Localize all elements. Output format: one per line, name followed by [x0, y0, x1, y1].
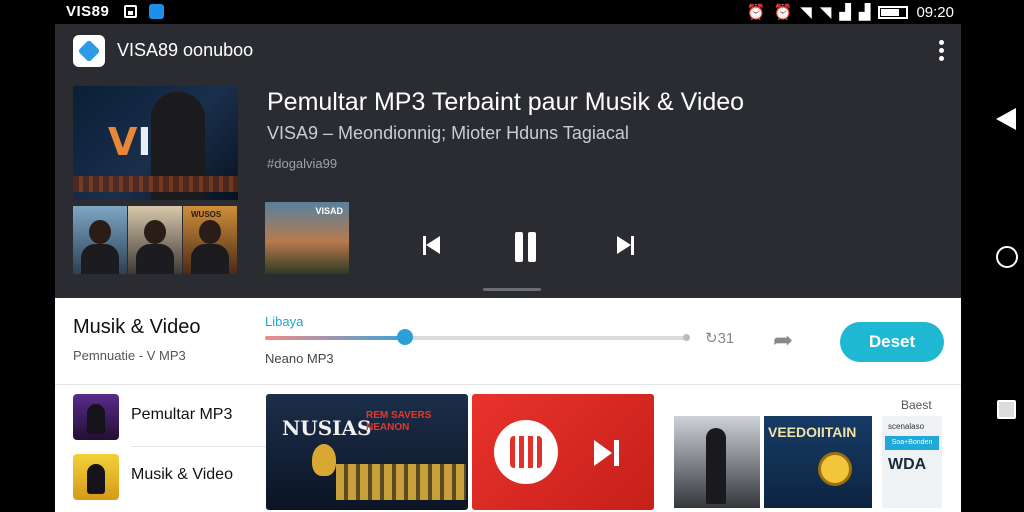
video-tile[interactable]: VEEDOIITAIN — [764, 416, 872, 508]
alarm-icon: ⏰ — [773, 4, 793, 21]
progress-fill — [265, 336, 405, 340]
progress-knob[interactable] — [396, 329, 413, 345]
album-art-strip — [73, 176, 238, 192]
now-playing-panel: Musik & Video Pemnuatie - V MP3 Libaya N… — [55, 298, 961, 512]
primary-action-button[interactable]: Deset — [840, 322, 944, 362]
list-item-thumbnail — [73, 394, 119, 440]
featured-card[interactable]: NUSIAS REM SAVERS NEANON — [266, 394, 468, 510]
status-bar: VIS89 ⏰ ⏰ ◥ ◥ ▟ ▟ 09:20 — [0, 0, 1024, 24]
song-subtitle: VISA9 – Meondionnig; Mioter Hduns Tagiac… — [267, 123, 629, 143]
tile-band: Soa+Bonden — [885, 436, 939, 450]
app-icon — [149, 4, 164, 19]
wifi-icon: ◥ — [819, 4, 832, 21]
signal-icon: ▟ — [858, 4, 871, 21]
mask-icon — [312, 444, 336, 476]
music-player-app: VISA89 oonuboo VI WUSOS Pemultar MP3 Ter… — [55, 24, 961, 512]
video-tile[interactable] — [674, 416, 760, 508]
repeat-icon[interactable]: ↻31 — [705, 329, 734, 347]
app-title: VISA89 oonuboo — [117, 40, 254, 60]
video-tile[interactable]: scenalaso Soa+Bonden WDA — [882, 416, 942, 508]
city-skyline — [336, 464, 466, 500]
tile-title: VEEDOIITAIN — [768, 424, 857, 440]
list-item-label: Pemultar MP3 — [131, 406, 233, 423]
drag-handle[interactable] — [483, 288, 541, 291]
progress-end-dot — [683, 334, 690, 341]
signal-icon: ▟ — [839, 4, 851, 21]
status-icons: ⏰ ⏰ ◥ ◥ ▟ ▟ 09:20 — [746, 3, 954, 22]
thumbnail-label: WUSOS — [191, 210, 222, 219]
battery-icon — [878, 5, 909, 19]
song-meta: #dogalvia99 — [267, 156, 338, 171]
small-art-label: VISAD — [315, 206, 343, 216]
divider — [131, 446, 281, 447]
artist-thumbnail[interactable] — [128, 206, 182, 274]
song-title: Pemultar MP3 Terbaint paur Musik & Video — [267, 88, 745, 116]
list-item[interactable]: Musik & Video — [73, 454, 263, 508]
app-header: VISA89 oonuboo — [55, 24, 961, 80]
progress-tag: Libaya — [265, 314, 304, 329]
card-title: NUSIAS — [282, 416, 372, 440]
list-item-label: Musik & Video — [131, 466, 233, 483]
now-playing-subtitle: Pemnuatie - V MP3 — [73, 348, 186, 363]
next-icon — [594, 440, 624, 466]
wifi-icon: ◥ — [800, 4, 812, 21]
device-screen: VIS89 ⏰ ⏰ ◥ ◥ ▟ ▟ 09:20 VISA89 oonuboo V… — [0, 0, 1024, 512]
album-art-small[interactable]: VISAD — [265, 202, 349, 274]
pause-icon[interactable] — [511, 232, 539, 262]
status-brand: VIS89 — [66, 3, 110, 20]
next-icon[interactable] — [615, 232, 643, 262]
recents-icon[interactable] — [997, 400, 1016, 419]
list-item-thumbnail — [73, 454, 119, 500]
tile-title: WDA — [888, 456, 927, 473]
divider — [55, 384, 961, 385]
home-icon[interactable] — [996, 246, 1018, 268]
app-logo-icon — [73, 35, 105, 67]
list-item[interactable]: Pemultar MP3 — [73, 394, 281, 448]
player-promo-card[interactable] — [472, 394, 654, 510]
share-icon[interactable]: ➦ — [773, 326, 793, 355]
tile-caption: scenalaso — [888, 422, 925, 431]
artist-thumbnail[interactable] — [73, 206, 127, 274]
alarm-icon: ⏰ — [746, 4, 766, 21]
previous-icon[interactable] — [421, 232, 449, 262]
section-label: Baest — [901, 398, 932, 412]
kebab-menu-icon[interactable] — [939, 40, 945, 62]
artist-thumbnail[interactable]: WUSOS — [183, 206, 237, 274]
status-time: 09:20 — [916, 3, 954, 21]
gallery-icon — [124, 5, 137, 18]
back-icon[interactable] — [996, 108, 1016, 130]
disc-icon — [494, 420, 558, 484]
progress-note: Neano MP3 — [265, 351, 334, 366]
album-art-text: VI — [108, 120, 152, 164]
now-playing-title: Musik & Video — [73, 316, 201, 338]
coin-icon — [818, 452, 852, 486]
album-art-main[interactable]: VI — [73, 86, 238, 200]
progress-slider[interactable] — [265, 336, 689, 340]
card-red-text: REM SAVERS NEANON — [366, 410, 432, 433]
navigation-bar — [961, 24, 1024, 512]
